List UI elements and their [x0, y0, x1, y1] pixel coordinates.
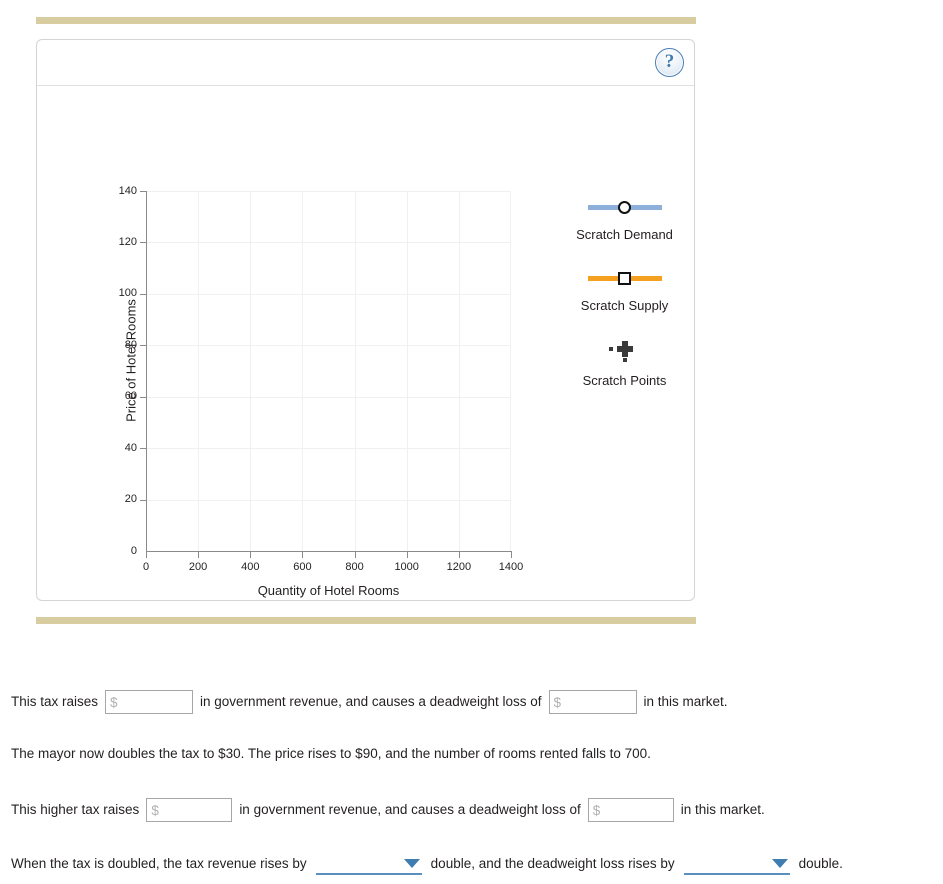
chevron-down-icon: [771, 859, 788, 868]
x-tick-label: 400: [241, 561, 260, 573]
y-tick-label: 0: [130, 544, 137, 557]
q1-text-part1: This tax raises: [11, 693, 99, 709]
gridline-x-400: [250, 191, 252, 551]
question-line-2: The mayor now doubles the tax to $30. Th…: [8, 746, 654, 762]
x-tick-label: 1400: [498, 561, 524, 573]
q3-text-part1: This higher tax raises: [11, 801, 140, 817]
y-axis-line: [146, 191, 147, 552]
x-axis-line: [146, 551, 512, 552]
legend-item-scratch-points[interactable]: Scratch Points: [527, 339, 722, 388]
y-tick-label: 140: [118, 184, 137, 197]
deadweight-loss-input[interactable]: [548, 690, 637, 714]
legend-label: Scratch Demand: [576, 227, 673, 242]
gridline-x-1200: [458, 191, 460, 551]
circle-marker-icon: [618, 201, 631, 214]
q1-text-part2: in government revenue, and causes a dead…: [200, 693, 542, 709]
cross-horizontal: [616, 346, 633, 352]
tax-revenue-multiplier-dropdown[interactable]: [315, 853, 422, 875]
gridline-x-600: [302, 191, 304, 551]
x-axis-title: Quantity of Hotel Rooms: [257, 583, 400, 598]
x-tick-1000: [406, 551, 408, 558]
x-tick-label: 1000: [394, 561, 419, 573]
plot-area[interactable]: [146, 191, 511, 551]
cross-marker-icon: [527, 339, 722, 363]
chevron-down-icon: [403, 859, 420, 868]
deadweight-loss-multiplier-dropdown[interactable]: [683, 853, 790, 875]
higher-tax-revenue-input[interactable]: [146, 798, 233, 822]
gridline-y-40: [146, 448, 511, 450]
tax-revenue-input[interactable]: [105, 690, 194, 714]
legend-label: Scratch Supply: [580, 298, 669, 313]
y-tick-20: [140, 499, 147, 501]
gridline-x-800: [354, 191, 356, 551]
legend-item-scratch-supply[interactable]: Scratch Supply: [527, 268, 722, 313]
y-tick-100: [140, 293, 147, 295]
x-tick-1200: [458, 551, 460, 558]
y-tick-40: [140, 448, 147, 450]
legend-item-scratch-demand[interactable]: Scratch Demand: [527, 197, 722, 242]
bottom-divider-bar: [36, 617, 696, 624]
x-tick-label: 200: [188, 561, 208, 573]
gridline-y-20: [146, 499, 511, 501]
x-tick-label: 800: [345, 561, 364, 573]
x-tick-label: 0: [142, 561, 150, 573]
x-tick-400: [250, 551, 252, 558]
question-line-4: When the tax is doubled, the tax revenue…: [8, 853, 846, 875]
gridline-x-1400: [510, 191, 511, 551]
chart-legend: Scratch Demand Scratch Supply Scratch Po…: [527, 197, 722, 414]
dot-icon: [608, 347, 613, 351]
q3-text-part3: in this market.: [680, 801, 765, 817]
x-tick-800: [354, 551, 356, 558]
top-divider-bar: [36, 17, 696, 24]
y-tick-120: [140, 242, 147, 244]
gridline-x-1000: [406, 191, 408, 551]
supply-swatch: [527, 268, 722, 288]
q3-text-part2: in government revenue, and causes a dead…: [239, 801, 581, 817]
graph-panel: ? 140 120 100 80 60 40 20 0 0 200 400 60…: [36, 39, 695, 601]
higher-deadweight-loss-input[interactable]: [587, 798, 674, 822]
square-marker-icon: [618, 272, 631, 285]
q4-text-part2: double, and the deadweight loss rises by: [430, 855, 675, 871]
x-tick-1400: [511, 551, 512, 558]
y-tick-60: [140, 396, 147, 398]
mayor-statement: The mayor now doubles the tax to $30. Th…: [11, 746, 651, 761]
gridline-x-200: [198, 191, 200, 551]
gridline-y-120: [146, 242, 511, 244]
y-tick-140: [140, 191, 147, 192]
gridline-y-80: [146, 345, 511, 347]
y-axis-title: Price of Hotel Rooms: [123, 299, 139, 422]
chart-canvas[interactable]: 140 120 100 80 60 40 20 0 0 200 400 600 …: [37, 87, 696, 601]
panel-header: ?: [37, 40, 694, 86]
gridline-y-60: [146, 396, 511, 398]
y-tick-label: 20: [124, 493, 137, 506]
dot-icon: [622, 358, 627, 362]
x-tick-label: 600: [293, 561, 312, 573]
plot-wrapper: 140 120 100 80 60 40 20 0 0 200 400 600 …: [102, 185, 524, 605]
q4-text-part3: double.: [798, 855, 843, 871]
legend-label: Scratch Points: [582, 373, 667, 388]
gridline-y-100: [146, 293, 511, 295]
x-tick-600: [302, 551, 304, 558]
x-tick-200: [198, 551, 200, 558]
demand-swatch: [527, 197, 722, 217]
question-line-3: This higher tax raises in government rev…: [8, 798, 768, 822]
help-icon[interactable]: ?: [655, 48, 684, 77]
x-tick-0: [146, 551, 147, 558]
q4-text-part1: When the tax is doubled, the tax revenue…: [11, 855, 307, 871]
gridline-y-140: [146, 191, 511, 192]
q1-text-part3: in this market.: [643, 693, 728, 709]
y-tick-80: [140, 345, 147, 347]
question-line-1: This tax raises in government revenue, a…: [8, 690, 731, 714]
x-tick-label: 1200: [446, 561, 472, 573]
